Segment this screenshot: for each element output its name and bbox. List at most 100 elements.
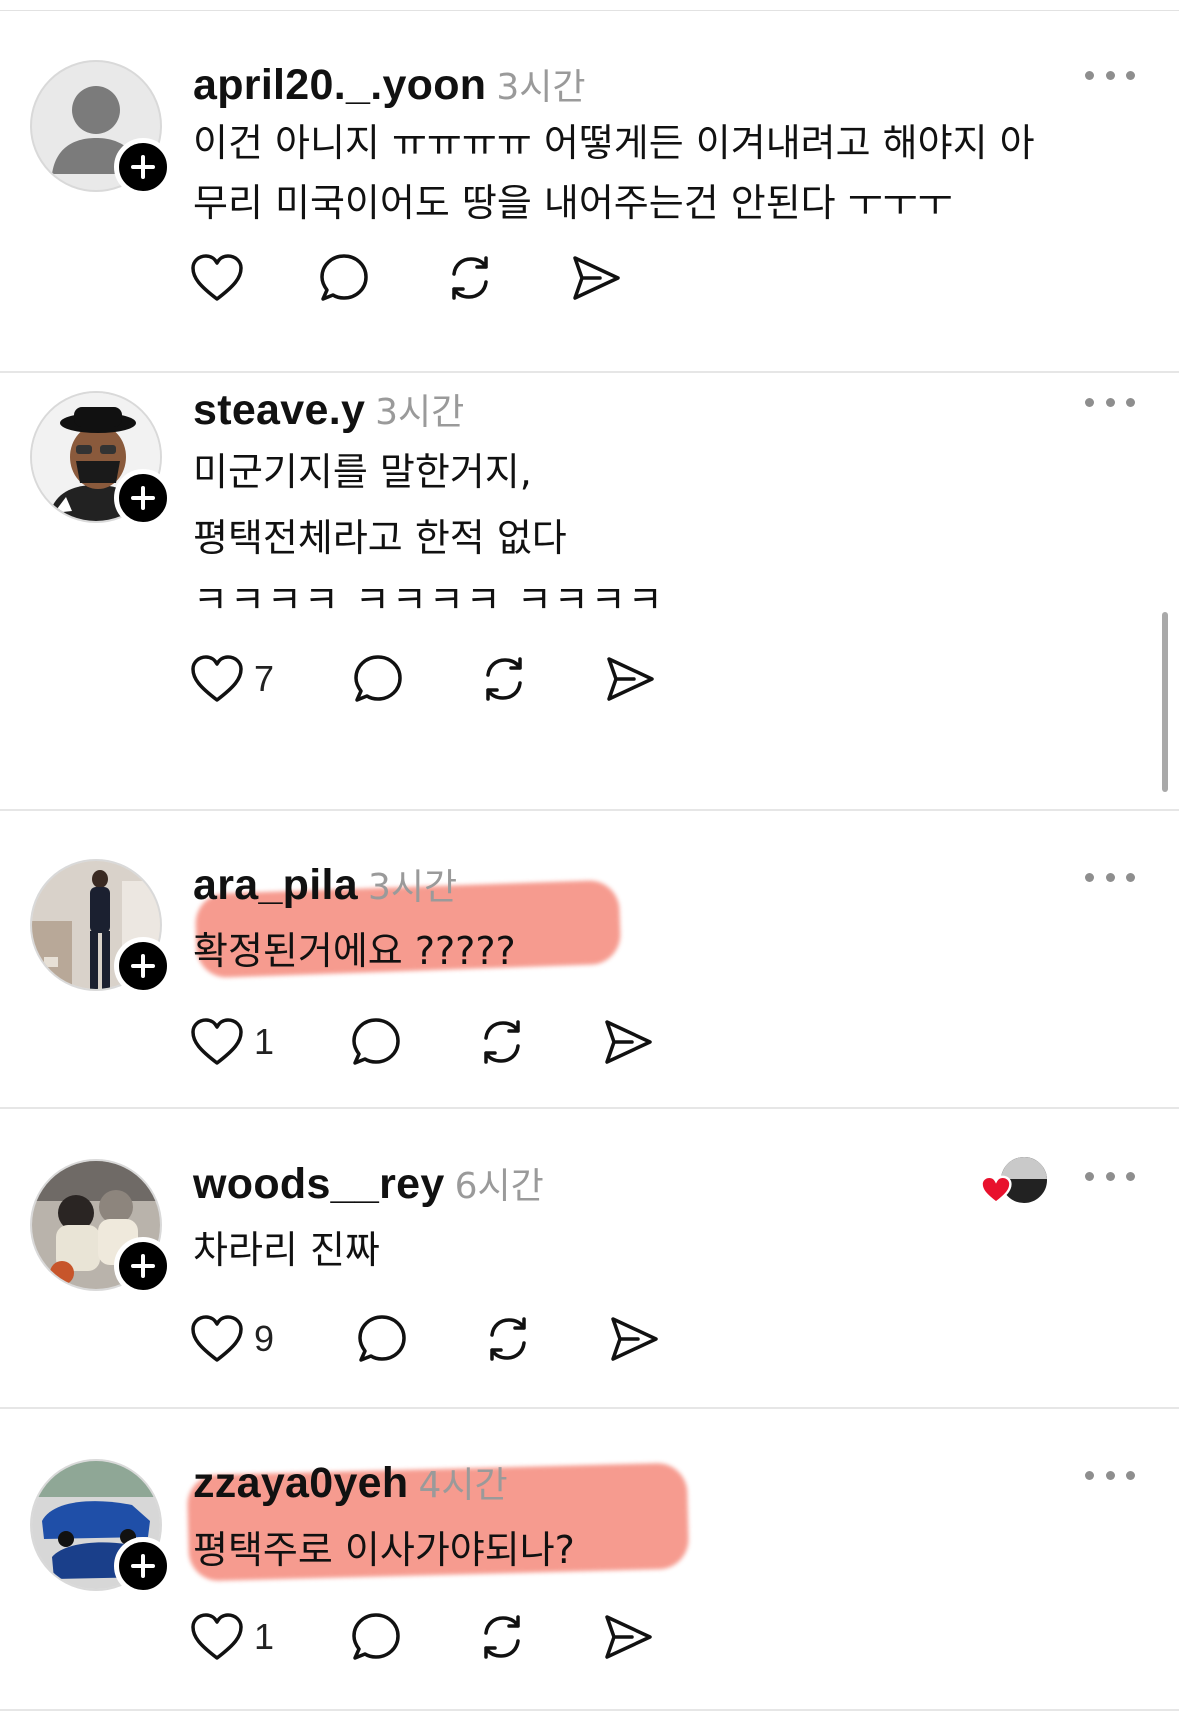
like-count: 7 <box>254 658 275 699</box>
repost-icon <box>452 256 488 300</box>
post-text-line: 평택전체라고 한적 없다 <box>193 516 567 560</box>
avatar-button[interactable] <box>30 1459 172 1595</box>
like-count: 1 <box>254 1616 275 1657</box>
repost-button[interactable] <box>476 1609 528 1665</box>
repost-icon <box>484 1020 520 1064</box>
follow-plus-button[interactable] <box>114 138 172 196</box>
timestamp: 3시간 <box>496 67 586 108</box>
plus-icon <box>131 486 155 510</box>
post-4: woods__rey 6시간 차라리 진짜 9 <box>0 1109 1179 1409</box>
share-button[interactable] <box>608 1311 660 1367</box>
more-icon <box>1085 397 1094 407</box>
action-bar: 9 <box>190 1311 670 1367</box>
comment-icon <box>320 254 368 301</box>
username-link[interactable]: april20._.yoon <box>193 61 486 109</box>
post-text-line: 확정된거에요 ????? <box>193 929 516 973</box>
post-header: steave.y 3시간 <box>193 383 464 434</box>
repost-button[interactable] <box>478 651 530 707</box>
more-options-button[interactable] <box>1085 862 1135 892</box>
post-3: ara_pila 3시간 확정된거에요 ????? 1 <box>0 811 1179 1109</box>
like-button[interactable]: 7 <box>190 651 274 707</box>
avatar-button[interactable] <box>30 1159 172 1295</box>
post-text-line: 평택주로 이사가야되나? <box>193 1528 575 1572</box>
liked-by-author-indicator <box>975 1155 1055 1211</box>
comment-icon <box>352 1018 400 1065</box>
heart-icon <box>191 655 243 702</box>
follow-plus-button[interactable] <box>114 1237 172 1295</box>
comment-button[interactable] <box>350 1014 402 1070</box>
action-bar: 7 <box>190 651 670 707</box>
like-button[interactable]: 1 <box>190 1014 274 1070</box>
avatar-button[interactable] <box>30 60 172 196</box>
post-text-line: 차라리 진짜 <box>193 1228 380 1272</box>
plus-icon <box>131 1254 155 1278</box>
more-options-button[interactable] <box>1085 1161 1135 1191</box>
heart-icon <box>191 1315 243 1362</box>
comment-button[interactable] <box>352 651 404 707</box>
repost-button[interactable] <box>444 250 496 306</box>
follow-plus-button[interactable] <box>114 469 172 527</box>
post-1: april20._.yoon 3시간 이건 아니지 ㅠㅠㅠㅠ 어떻게든 이겨내려고… <box>0 60 1179 373</box>
action-bar: 1 <box>190 1609 670 1665</box>
more-icon-dot <box>1105 1171 1115 1181</box>
share-button[interactable] <box>604 651 656 707</box>
username-link[interactable]: zzaya0yeh <box>193 1459 408 1507</box>
share-icon <box>605 1020 652 1064</box>
repost-icon <box>490 1317 526 1361</box>
more-icon <box>1085 872 1094 882</box>
post-header: april20._.yoon 3시간 <box>193 58 586 109</box>
scrollbar-thumb[interactable] <box>1162 612 1168 792</box>
username-link[interactable]: ara_pila <box>193 861 358 909</box>
action-bar: 1 <box>190 1014 670 1070</box>
plus-icon <box>131 1554 155 1578</box>
post-5: zzaya0yeh 4시간 평택주로 이사가야되나? 1 <box>0 1409 1179 1711</box>
like-count: 1 <box>254 1021 275 1062</box>
repost-icon <box>484 1615 520 1659</box>
share-button[interactable] <box>602 1609 654 1665</box>
more-options-button[interactable] <box>1085 60 1135 90</box>
more-icon-dot <box>1126 1470 1135 1480</box>
post-text-line: 이건 아니지 ㅠㅠㅠㅠ 어떻게든 이겨내려고 해야지 아 <box>193 121 1035 165</box>
more-icon-dot <box>1126 872 1135 882</box>
post-header: ara_pila 3시간 <box>193 858 457 909</box>
more-options-button[interactable] <box>1085 1460 1135 1490</box>
more-icon-dot <box>1126 70 1135 80</box>
like-button[interactable] <box>190 250 244 306</box>
repost-button[interactable] <box>476 1014 528 1070</box>
post-header: zzaya0yeh 4시간 <box>193 1456 508 1507</box>
plus-icon <box>131 954 155 978</box>
heart-icon <box>191 1018 243 1065</box>
like-count: 9 <box>254 1318 275 1359</box>
share-icon <box>573 256 620 300</box>
avatar-button[interactable] <box>30 859 172 995</box>
timestamp: 4시간 <box>418 1465 508 1506</box>
post-text-line: ㅋㅋㅋㅋ ㅋㅋㅋㅋ ㅋㅋㅋㅋ <box>193 578 665 622</box>
share-icon <box>607 657 654 701</box>
like-button[interactable]: 1 <box>190 1609 274 1665</box>
comment-button[interactable] <box>350 1609 402 1665</box>
red-heart-icon <box>980 1175 1012 1205</box>
comment-icon <box>352 1613 400 1660</box>
plus-icon <box>131 155 155 179</box>
follow-plus-button[interactable] <box>114 1537 172 1595</box>
avatar-button[interactable] <box>30 391 172 527</box>
comment-button[interactable] <box>318 250 370 306</box>
share-icon <box>611 1317 658 1361</box>
post-text-line: 미군기지를 말한거지, <box>193 450 532 494</box>
thread-replies-feed: april20._.yoon 3시간 이건 아니지 ㅠㅠㅠㅠ 어떻게든 이겨내려고… <box>0 0 1179 1711</box>
share-button[interactable] <box>602 1014 654 1070</box>
post-header: woods__rey 6시간 <box>193 1157 544 1208</box>
more-icon-dot <box>1126 397 1135 407</box>
comment-icon <box>358 1315 406 1362</box>
repost-button[interactable] <box>482 1311 534 1367</box>
username-link[interactable]: woods__rey <box>193 1160 445 1208</box>
share-button[interactable] <box>570 250 622 306</box>
comment-button[interactable] <box>356 1311 408 1367</box>
timestamp: 6시간 <box>454 1166 544 1207</box>
more-icon-dot <box>1105 70 1115 80</box>
more-icon <box>1085 70 1094 80</box>
follow-plus-button[interactable] <box>114 937 172 995</box>
username-link[interactable]: steave.y <box>193 386 365 434</box>
like-button[interactable]: 9 <box>190 1311 274 1367</box>
more-options-button[interactable] <box>1085 387 1135 417</box>
